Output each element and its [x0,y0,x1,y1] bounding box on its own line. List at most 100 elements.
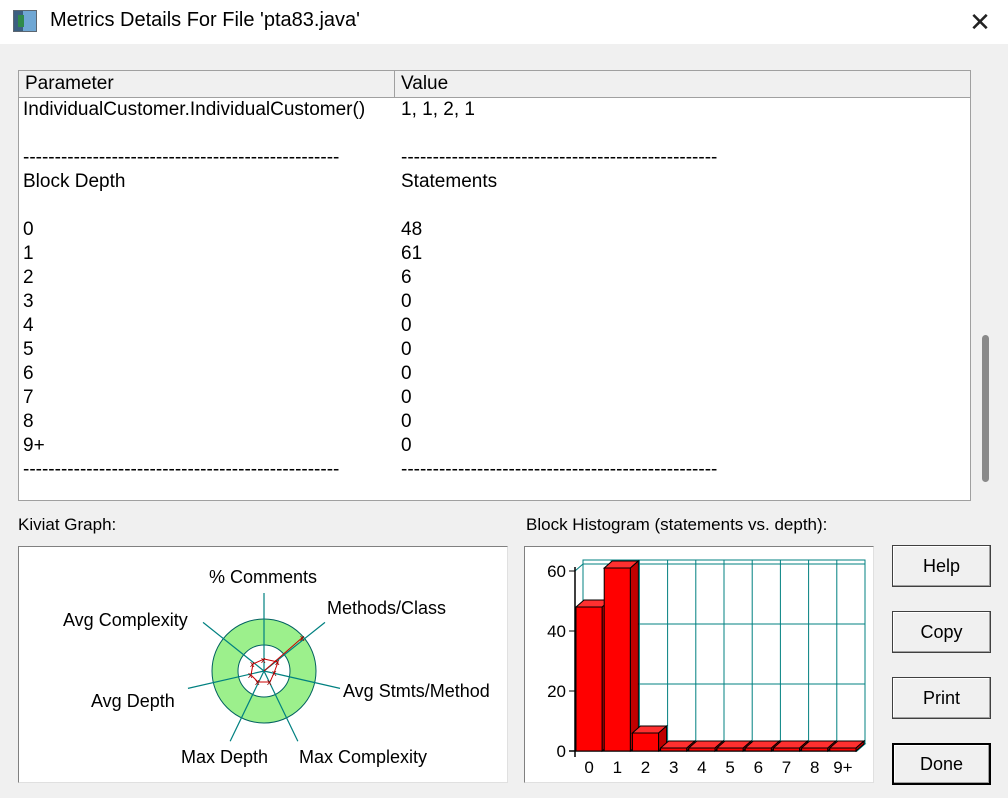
value-cell: 0 [401,339,412,360]
histogram-bar [603,567,631,752]
value-cell: ----------------------------------------… [401,459,718,480]
parameter-cell: 7 [23,387,34,408]
svg-text:x: x [300,633,305,643]
table-row[interactable]: 30 [19,290,970,314]
title-bar: Metrics Details For File 'pta83.java' ✕ [0,0,1008,44]
value-cell: Statements [401,171,498,192]
kiviat-label: Kiviat Graph: [18,515,117,534]
histogram-x-tick-label: 9+ [833,758,852,777]
axis-label-comments: % Comments [209,567,317,587]
parameter-cell: 4 [23,315,34,336]
table-row[interactable]: 0 48 [19,218,970,242]
table-header: Parameter Value [19,71,970,98]
kiviat-svg: x xx xxx xx % Comments Methods/Class Avg … [63,567,490,767]
parameter-cell: 8 [23,411,34,432]
done-button[interactable]: Done [892,743,991,785]
histogram-grid-line [574,563,584,572]
parameter-cell: 1 [23,243,34,264]
table-scrollbar[interactable] [972,70,1006,501]
histogram-y-tick-label: 0 [557,742,566,761]
value-cell: 1, 1, 2, 1 [401,99,475,120]
svg-text:x: x [250,659,255,669]
parameter-cell: 9+ [23,435,45,456]
kiviat-graph: xxx xxx xx % Comments Methods/Class Avg … [18,546,508,783]
histogram-label: Block Histogram (statements vs. depth): [526,515,828,534]
value-cell: 0 [401,315,412,336]
value-cell: 6 [401,267,412,288]
histogram-x-tick-label: 3 [669,758,678,777]
histogram-x-tick-label: 0 [584,758,593,777]
histogram-y-tick-label: 60 [547,562,566,581]
table-row[interactable]: 26 [19,266,970,290]
column-header-value[interactable]: Value [395,71,970,97]
copy-button[interactable]: Copy [892,611,991,653]
column-header-parameter[interactable]: Parameter [19,71,395,97]
histogram-bar [631,732,660,752]
histogram-svg: 0 20 40 60 0 1 2 3 4 5 6 7 8 9+ [547,559,867,777]
block-histogram: 0 20 40 60 0 1 2 3 4 5 6 7 8 9+ [524,546,874,783]
table-row[interactable]: 60 [19,362,970,386]
table-row[interactable]: IndividualCustomer.IndividualCustomer() 1… [19,98,970,122]
print-button[interactable]: Print [892,677,991,719]
parameter-cell: Block Depth [23,171,126,192]
histogram-y-tick-label: 40 [547,622,566,641]
axis-label-methods-class: Methods/Class [327,598,446,618]
close-icon: ✕ [969,6,991,37]
histogram-x-tick-label: 5 [725,758,734,777]
table-row[interactable]: Block Depth Statements [19,170,970,194]
axis-label-avg-stmts-method: Avg Stmts/Method [343,681,490,701]
histogram-x-tick-label: 2 [641,758,650,777]
table-row[interactable]: 80 [19,410,970,434]
help-button[interactable]: Help [892,545,991,587]
table-row[interactable] [19,194,970,218]
value-cell: ----------------------------------------… [401,147,718,168]
parameter-cell: 6 [23,363,34,384]
svg-text:x: x [275,657,280,667]
histogram-x-tick-label: 1 [613,758,622,777]
value-cell: 0 [401,387,412,408]
value-cell: 0 [401,363,412,384]
histogram-x-tick-label: 8 [810,758,819,777]
svg-text:x: x [248,670,253,680]
parameter-cell: ----------------------------------------… [23,459,340,480]
svg-text:x: x [261,655,266,665]
table-row[interactable]: ----------------------------------------… [19,458,970,482]
table-row[interactable]: 70 [19,386,970,410]
svg-text:x: x [267,677,272,687]
axis-label-max-depth: Max Depth [181,747,268,767]
table-rows: IndividualCustomer.IndividualCustomer() 1… [19,98,970,482]
metrics-table: Parameter Value IndividualCustomer.Indiv… [18,70,971,501]
table-row[interactable]: 40 [19,314,970,338]
parameter-cell: 2 [23,267,34,288]
svg-text:x: x [255,677,260,687]
parameter-cell: IndividualCustomer.IndividualCustomer() [23,99,366,120]
scrollbar-thumb[interactable] [982,335,989,482]
value-cell: 0 [401,435,412,456]
table-row[interactable]: 1 61 [19,242,970,266]
histogram-x-tick-label: 7 [782,758,791,777]
value-cell: 0 [401,411,412,432]
histogram-x-tick-label: 4 [697,758,706,777]
table-row[interactable]: 50 [19,338,970,362]
parameter-cell: 0 [23,219,34,240]
histogram-x-tick-label: 6 [754,758,763,777]
value-cell: 61 [401,243,423,264]
value-cell: 0 [401,291,412,312]
parameter-cell: 3 [23,291,34,312]
axis-label-avg-depth: Avg Depth [91,691,175,711]
table-row[interactable]: ----------------------------------------… [19,146,970,170]
histogram-y-tick-label: 20 [547,682,566,701]
app-icon [13,10,37,32]
parameter-cell: 5 [23,339,34,360]
window-title: Metrics Details For File 'pta83.java' [50,9,360,31]
histogram-bar [575,606,603,752]
value-cell: 48 [401,219,423,240]
parameter-cell: ----------------------------------------… [23,147,340,168]
histogram-bar-side [629,559,639,753]
axis-label-avg-complexity: Avg Complexity [63,610,188,630]
svg-text:x: x [272,668,277,678]
table-row[interactable]: 9+ 0 [19,434,970,458]
axis-label-max-complexity: Max Complexity [299,747,427,767]
table-row[interactable] [19,122,970,146]
close-button[interactable]: ✕ [952,0,1008,44]
